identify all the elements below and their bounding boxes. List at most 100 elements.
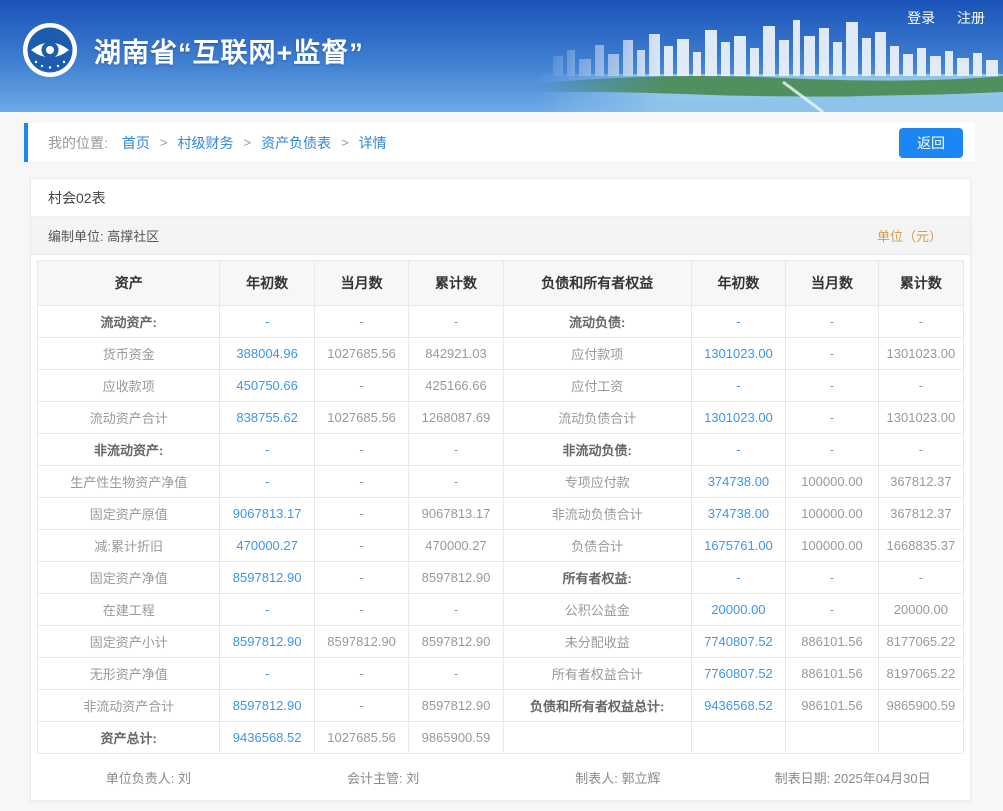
table-row: 资产总计:9436568.521027685.569865900.59 xyxy=(38,722,964,754)
year-start-value-link[interactable]: - xyxy=(265,474,269,489)
table-cell: 100000.00 xyxy=(786,498,879,530)
year-start-value-link[interactable]: - xyxy=(265,442,269,457)
year-start-value-link[interactable]: - xyxy=(736,378,740,393)
table-cell: 8597812.90 xyxy=(314,626,408,658)
year-start-value-link[interactable]: 388004.96 xyxy=(236,346,297,361)
table-cell: - xyxy=(314,498,408,530)
year-start-value-link[interactable]: - xyxy=(265,314,269,329)
brand: 湖南省“互联网+监督” xyxy=(22,22,364,78)
year-start-value-link[interactable]: 470000.27 xyxy=(236,538,297,553)
row-label: 流动负债合计 xyxy=(503,402,691,434)
year-start-value-link[interactable]: - xyxy=(736,442,740,457)
login-link[interactable]: 登录 xyxy=(907,10,935,26)
register-link[interactable]: 注册 xyxy=(957,10,985,26)
year-start-value-link[interactable]: - xyxy=(736,570,740,585)
table-cell: - xyxy=(220,466,314,498)
table-cell xyxy=(691,722,785,754)
table-row: 减:累计折旧470000.27-470000.27负债合计1675761.001… xyxy=(38,530,964,562)
form-code: 村会02表 xyxy=(31,179,970,217)
year-start-value-link[interactable]: 8597812.90 xyxy=(233,570,302,585)
table-row: 流动资产:---流动负债:--- xyxy=(38,306,964,338)
back-button[interactable]: 返回 xyxy=(899,128,963,158)
year-start-value-link[interactable]: 9436568.52 xyxy=(704,698,773,713)
year-start-value-link[interactable]: 9436568.52 xyxy=(233,730,302,745)
table-cell: - xyxy=(314,658,408,690)
breadcrumb-separator: > xyxy=(341,135,349,150)
year-start-value-link[interactable]: 374738.00 xyxy=(708,474,769,489)
table-cell: - xyxy=(314,530,408,562)
table-cell: - xyxy=(786,562,879,594)
table-cell: 388004.96 xyxy=(220,338,314,370)
row-label: 减:累计折旧 xyxy=(38,530,220,562)
table-cell: 1301023.00 xyxy=(691,338,785,370)
table-cell: 8197065.22 xyxy=(878,658,963,690)
table-cell: 20000.00 xyxy=(878,594,963,626)
footer-signature: 制表日期: 2025年04月30日 xyxy=(735,768,970,787)
year-start-value-link[interactable]: 9067813.17 xyxy=(233,506,302,521)
year-start-value-link[interactable]: 1675761.00 xyxy=(704,538,773,553)
breadcrumb-item-detail[interactable]: 详情 xyxy=(359,133,387,153)
table-cell: 8597812.90 xyxy=(220,562,314,594)
year-start-value-link[interactable]: 7740807.52 xyxy=(704,634,773,649)
year-start-value-link[interactable]: 838755.62 xyxy=(236,410,297,425)
table-cell: - xyxy=(786,434,879,466)
unit-of-measure: 单位（元） xyxy=(877,226,942,245)
breadcrumb-item-home[interactable]: 首页 xyxy=(122,133,150,153)
table-cell: 8597812.90 xyxy=(409,690,503,722)
sheet-footer: 单位负责人: 刘会计主管: 刘制表人: 郭立辉制表日期: 2025年04月30日 xyxy=(31,754,970,800)
column-header: 年初数 xyxy=(220,261,314,306)
year-start-value-link[interactable]: - xyxy=(265,666,269,681)
table-row: 货币资金388004.961027685.56842921.03应付款项1301… xyxy=(38,338,964,370)
table-row: 在建工程---公积公益金20000.00-20000.00 xyxy=(38,594,964,626)
table-cell: - xyxy=(220,306,314,338)
year-start-value-link[interactable]: - xyxy=(265,602,269,617)
column-header: 当月数 xyxy=(314,261,408,306)
table-row: 生产性生物资产净值---专项应付款374738.00100000.0036781… xyxy=(38,466,964,498)
year-start-value-link[interactable]: 1301023.00 xyxy=(704,346,773,361)
table-cell: - xyxy=(314,466,408,498)
table-cell: 100000.00 xyxy=(786,530,879,562)
year-start-value-link[interactable]: 8597812.90 xyxy=(233,634,302,649)
table-cell: - xyxy=(786,338,879,370)
table-cell: 9865900.59 xyxy=(409,722,503,754)
column-header: 负债和所有者权益 xyxy=(503,261,691,306)
year-start-value-link[interactable]: 450750.66 xyxy=(236,378,297,393)
year-start-value-link[interactable]: 8597812.90 xyxy=(233,698,302,713)
topbar-links: 登录 注册 xyxy=(889,8,985,28)
report-subheader: 编制单位: 高撑社区 单位（元） xyxy=(31,217,970,255)
table-cell: - xyxy=(691,562,785,594)
table-cell: 374738.00 xyxy=(691,498,785,530)
table-row: 固定资产净值8597812.90-8597812.90所有者权益:--- xyxy=(38,562,964,594)
table-cell: 8597812.90 xyxy=(409,626,503,658)
table-cell: 9067813.17 xyxy=(220,498,314,530)
year-start-value-link[interactable]: 374738.00 xyxy=(708,506,769,521)
row-label: 非流动资产合计 xyxy=(38,690,220,722)
table-cell: - xyxy=(878,306,963,338)
table-cell: 1675761.00 xyxy=(691,530,785,562)
breadcrumb: 我的位置: 首页 > 村级财务 > 资产负债表 > 详情 返回 xyxy=(24,123,975,162)
table-cell: 7760807.52 xyxy=(691,658,785,690)
year-start-value-link[interactable]: 7760807.52 xyxy=(704,666,773,681)
row-label: 所有者权益合计 xyxy=(503,658,691,690)
breadcrumb-item-village-finance[interactable]: 村级财务 xyxy=(177,133,233,153)
table-cell: - xyxy=(878,562,963,594)
row-label: 未分配收益 xyxy=(503,626,691,658)
table-cell: 1301023.00 xyxy=(878,338,963,370)
table-cell: - xyxy=(409,658,503,690)
table-cell: 886101.56 xyxy=(786,658,879,690)
footer-signature: 制表人: 郭立辉 xyxy=(501,768,736,787)
breadcrumb-separator: > xyxy=(243,135,251,150)
table-row: 非流动资产:---非流动负债:--- xyxy=(38,434,964,466)
year-start-value-link[interactable]: - xyxy=(736,314,740,329)
footer-signature: 单位负责人: 刘 xyxy=(31,768,266,787)
table-wrap: 资产年初数当月数累计数负债和所有者权益年初数当月数累计数 流动资产:---流动负… xyxy=(31,255,970,754)
table-cell: 8177065.22 xyxy=(878,626,963,658)
table-cell: 7740807.52 xyxy=(691,626,785,658)
column-header: 累计数 xyxy=(878,261,963,306)
breadcrumb-item-balance-sheet[interactable]: 资产负债表 xyxy=(261,133,331,153)
year-start-value-link[interactable]: 1301023.00 xyxy=(704,410,773,425)
row-label: 流动资产: xyxy=(38,306,220,338)
year-start-value-link[interactable]: 20000.00 xyxy=(711,602,765,617)
row-label: 应付工资 xyxy=(503,370,691,402)
table-cell: 1268087.69 xyxy=(409,402,503,434)
